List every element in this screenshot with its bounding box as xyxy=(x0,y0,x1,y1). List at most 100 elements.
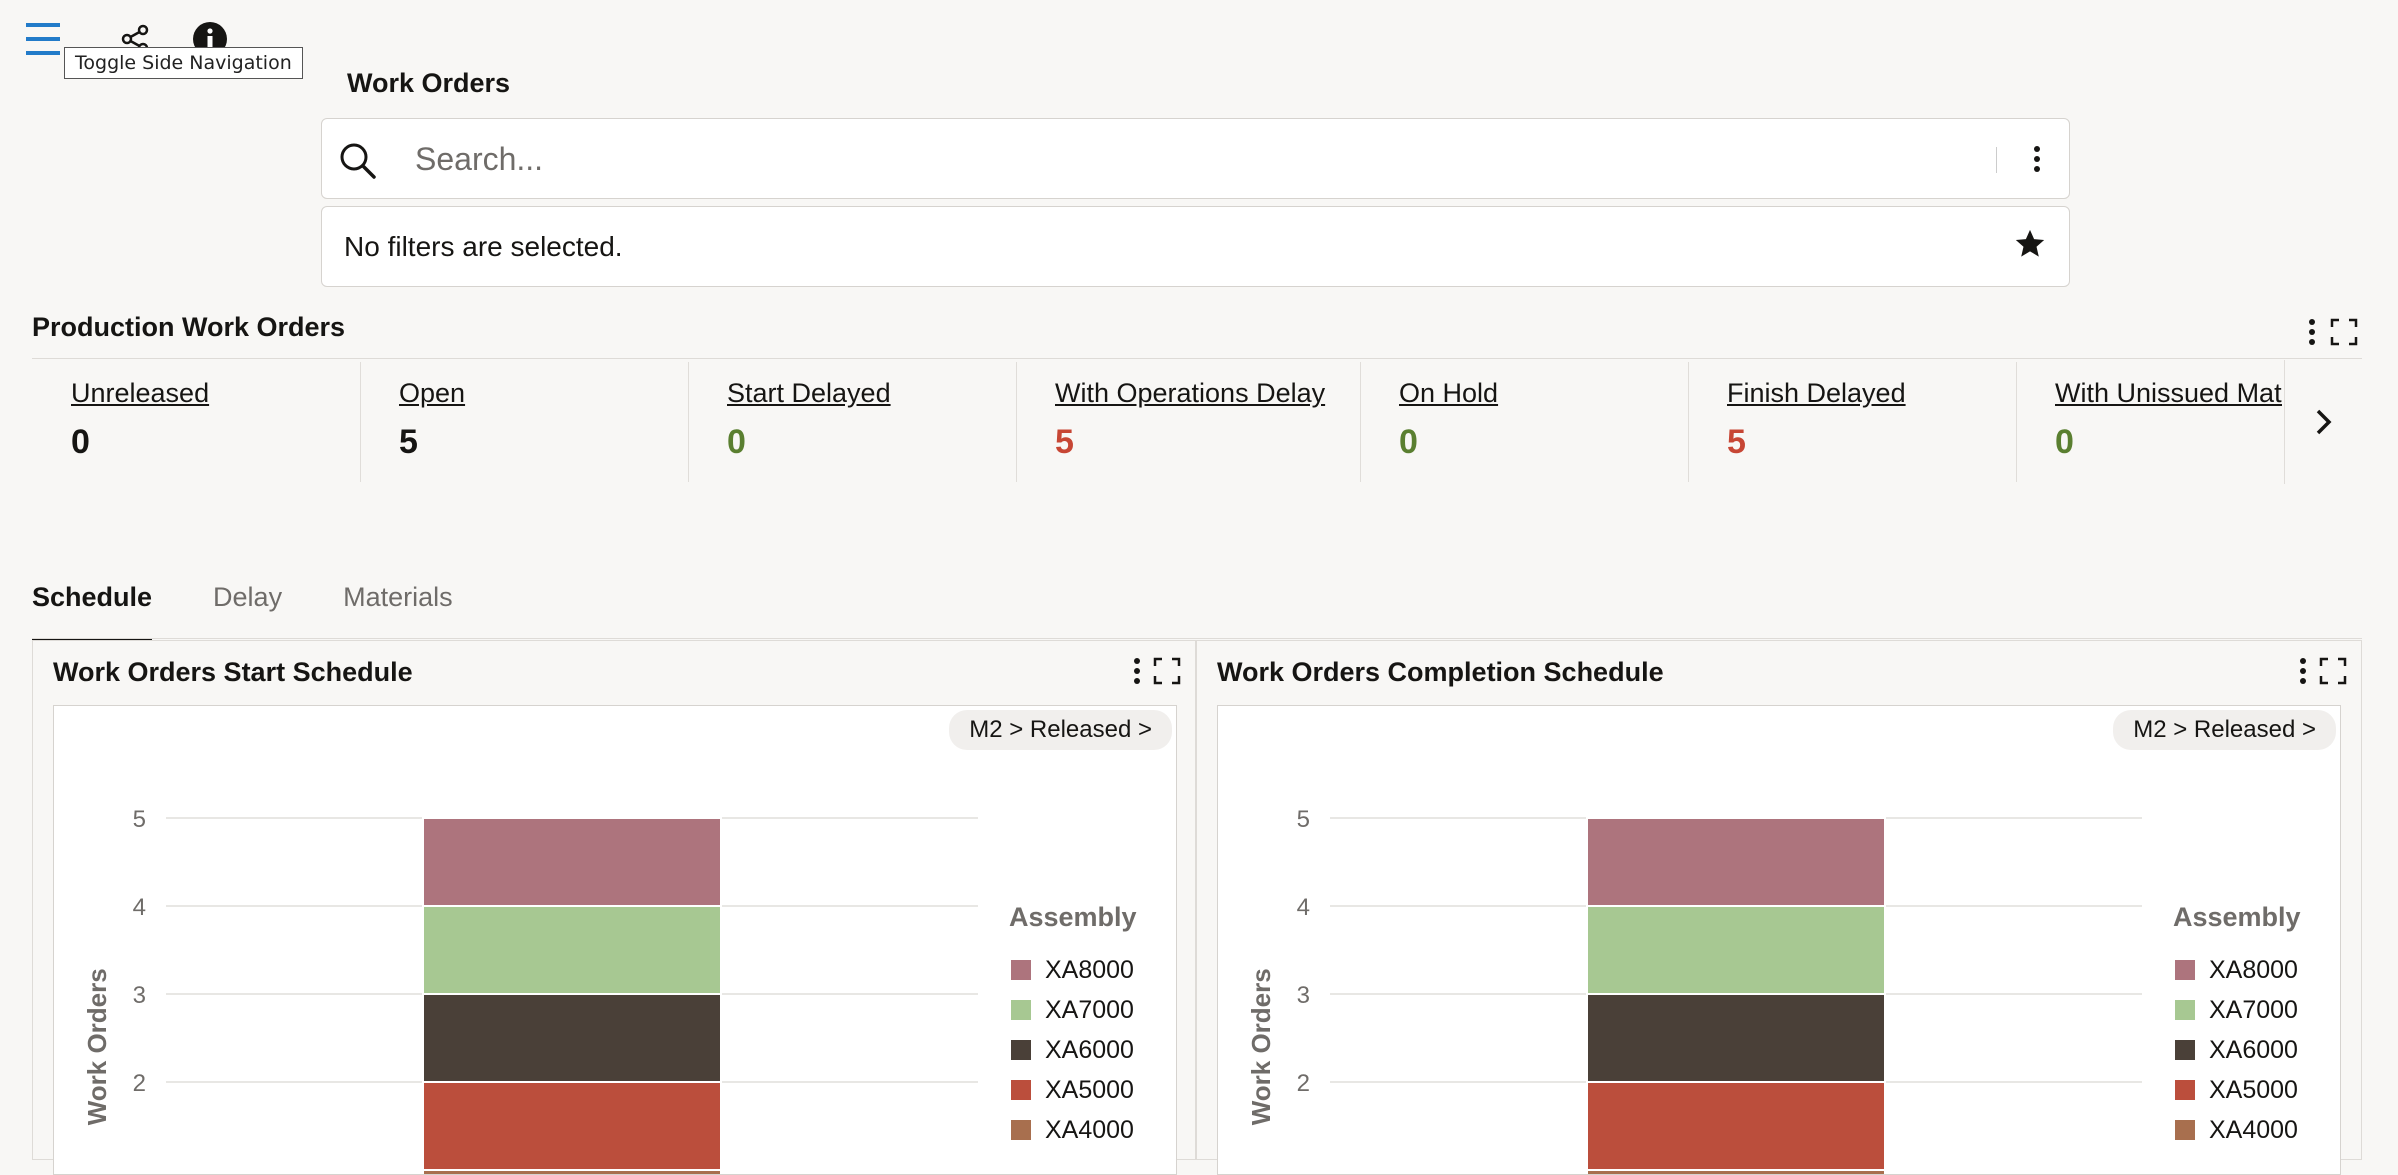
section-divider xyxy=(32,358,2362,359)
legend-swatch xyxy=(1011,1000,1031,1020)
metric-label[interactable]: With Operations Delay xyxy=(1055,378,1360,409)
tooltip-toggle-side-navigation: Toggle Side Navigation xyxy=(64,47,303,79)
metric-value: 5 xyxy=(399,423,418,461)
card-tools xyxy=(2299,657,2347,685)
metric-value: 5 xyxy=(1055,423,1074,461)
chart-container: M2 > Released > 5 4 3 2 Work Orders Assembly X… xyxy=(1217,705,2341,1175)
metric-value: 0 xyxy=(2055,423,2074,461)
legend-item[interactable]: XA4000 xyxy=(2209,1116,2298,1144)
legend-item[interactable]: XA7000 xyxy=(2209,996,2298,1024)
bar-segment-xa5000[interactable] xyxy=(1586,1081,1886,1171)
maximize-icon[interactable] xyxy=(1153,657,1181,685)
card-tools xyxy=(1133,657,1181,685)
section-maximize-icon[interactable] xyxy=(2330,318,2358,351)
search-divider xyxy=(1996,147,1997,173)
legend-swatch xyxy=(1011,960,1031,980)
legend-item[interactable]: XA7000 xyxy=(1045,996,1134,1024)
legend-swatch xyxy=(2175,1000,2195,1020)
page-title: Work Orders xyxy=(347,68,511,98)
completion-schedule-card: Work Orders Completion Schedule M2 > Rel… xyxy=(1196,640,2362,1175)
metric-finish-delayed[interactable]: Finish Delayed 5 xyxy=(1688,360,2016,484)
metric-label[interactable]: Start Delayed xyxy=(727,378,1016,409)
card-title: Work Orders Completion Schedule xyxy=(1217,657,1664,687)
y-tick-label: 3 xyxy=(133,982,146,1009)
legend-title: Assembly xyxy=(2173,902,2301,932)
metric-label[interactable]: Finish Delayed xyxy=(1727,378,2016,409)
legend-swatch xyxy=(2175,1080,2195,1100)
metric-on-hold[interactable]: On Hold 0 xyxy=(1360,360,1688,484)
chart-container: M2 > Released > 5 4 3 2 Work Orders Assembly X… xyxy=(53,705,1177,1175)
y-tick-label: 5 xyxy=(1297,806,1310,833)
metrics-next-button[interactable] xyxy=(2284,360,2363,484)
metric-label[interactable]: With Unissued Materials xyxy=(2055,378,2282,409)
bar-segment-xa8000[interactable] xyxy=(422,817,722,907)
search-bar: Search... xyxy=(321,118,2070,199)
metric-label[interactable]: Unreleased xyxy=(71,378,360,409)
legend-swatch xyxy=(2175,960,2195,980)
metric-with-unissued-materials[interactable]: With Unissued Materials 0 xyxy=(2016,360,2282,484)
legend-item[interactable]: XA5000 xyxy=(1045,1076,1134,1104)
star-icon[interactable] xyxy=(2013,227,2047,266)
tab-schedule[interactable]: Schedule xyxy=(32,574,153,642)
bar-segment-xa7000[interactable] xyxy=(422,905,722,995)
more-options-icon[interactable] xyxy=(2299,657,2307,685)
legend-item[interactable]: XA8000 xyxy=(1045,956,1134,984)
search-icon[interactable] xyxy=(338,141,378,186)
search-more-options-icon[interactable] xyxy=(2033,145,2041,178)
metric-value: 0 xyxy=(1399,423,1418,461)
production-work-orders-title: Production Work Orders xyxy=(32,312,346,342)
y-tick-label: 3 xyxy=(1297,982,1310,1009)
metric-label[interactable]: On Hold xyxy=(1399,378,1688,409)
y-tick-label: 5 xyxy=(133,806,146,833)
legend-swatch xyxy=(1011,1120,1031,1140)
metric-with-operations-delay[interactable]: With Operations Delay 5 xyxy=(1016,360,1360,484)
metric-start-delayed[interactable]: Start Delayed 0 xyxy=(688,360,1016,484)
bar-segment-xa8000[interactable] xyxy=(1586,817,1886,907)
tab-delay[interactable]: Delay xyxy=(213,574,282,640)
drill-breadcrumb[interactable]: M2 > Released > xyxy=(2113,710,2336,750)
y-tick-label: 2 xyxy=(1297,1070,1310,1097)
y-axis-label: Work Orders xyxy=(82,968,112,1125)
drill-breadcrumb[interactable]: M2 > Released > xyxy=(949,710,1172,750)
more-options-icon[interactable] xyxy=(1133,657,1141,685)
legend-item[interactable]: XA5000 xyxy=(2209,1076,2298,1104)
tab-bar: Schedule Delay Materials xyxy=(32,574,514,642)
y-tick-label: 2 xyxy=(133,1070,146,1097)
card-title: Work Orders Start Schedule xyxy=(53,657,413,687)
legend-swatch xyxy=(1011,1040,1031,1060)
metric-value: 0 xyxy=(727,423,746,461)
metric-value: 0 xyxy=(71,423,90,461)
filter-status-text: No filters are selected. xyxy=(344,231,623,262)
legend-title: Assembly xyxy=(1009,902,1137,932)
metric-label[interactable]: Open xyxy=(399,378,688,409)
tabs-divider xyxy=(32,638,2362,639)
legend-item[interactable]: XA6000 xyxy=(1045,1036,1134,1064)
bar-segment-xa6000[interactable] xyxy=(422,993,722,1083)
hamburger-menu-icon[interactable] xyxy=(24,19,62,59)
y-tick-label: 4 xyxy=(1297,894,1310,921)
legend-swatch xyxy=(1011,1080,1031,1100)
bar-segment-xa6000[interactable] xyxy=(1586,993,1886,1083)
y-tick-label: 4 xyxy=(133,894,146,921)
legend-swatch xyxy=(2175,1040,2195,1060)
search-input[interactable]: Search... xyxy=(415,141,543,178)
start-schedule-card: Work Orders Start Schedule M2 > Released… xyxy=(32,640,1196,1175)
tab-materials[interactable]: Materials xyxy=(343,574,453,640)
legend-swatch xyxy=(2175,1120,2195,1140)
completion-schedule-chart: 5 4 3 2 Work Orders Assembly XA8000 XA7000 XA600… xyxy=(1246,806,2301,1174)
start-schedule-chart: 5 4 3 2 Work Orders Assembly XA8000 XA7000 XA600… xyxy=(82,806,1137,1174)
filter-bar: No filters are selected. xyxy=(321,206,2070,287)
legend-item[interactable]: XA8000 xyxy=(2209,956,2298,984)
metric-value: 5 xyxy=(1727,423,1746,461)
bar-segment-xa7000[interactable] xyxy=(1586,905,1886,995)
metrics-strip: Unreleased 0 Open 5 Start Delayed 0 With… xyxy=(32,360,2282,484)
chevron-right-icon xyxy=(2316,409,2332,435)
legend-item[interactable]: XA6000 xyxy=(2209,1036,2298,1064)
metric-unreleased[interactable]: Unreleased 0 xyxy=(32,360,360,484)
maximize-icon[interactable] xyxy=(2319,657,2347,685)
legend-item[interactable]: XA4000 xyxy=(1045,1116,1134,1144)
metric-open[interactable]: Open 5 xyxy=(360,360,688,484)
y-axis-label: Work Orders xyxy=(1246,968,1276,1125)
section-more-options-icon[interactable] xyxy=(2308,318,2316,351)
bar-segment-xa5000[interactable] xyxy=(422,1081,722,1171)
